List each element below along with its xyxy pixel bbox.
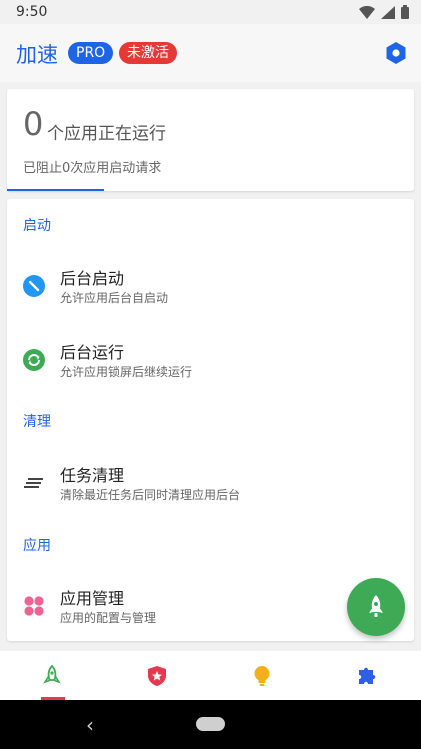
inactive-badge[interactable]: 未激活 xyxy=(119,42,177,64)
item-label: 后台启动 xyxy=(60,269,125,288)
feature-list: 启动 后台启动 允许应用后台自启动 后台运行 允许应用锁屏后继续运行 清理 任务… xyxy=(7,199,414,641)
tab-modules[interactable] xyxy=(315,651,420,700)
item-desc: 允许应用锁屏后继续运行 xyxy=(60,365,193,379)
tab-protect[interactable] xyxy=(105,651,210,700)
puzzle-icon xyxy=(359,667,376,684)
signal-icon xyxy=(381,5,395,19)
grid-dots-icon xyxy=(24,596,44,616)
pro-badge[interactable]: PRO xyxy=(68,42,114,64)
rocket-outline-icon xyxy=(43,665,61,684)
rocket-icon xyxy=(369,595,383,617)
item-desc: 清除最近任务后同时清理应用后台 xyxy=(60,488,241,502)
home-pill-icon[interactable] xyxy=(196,717,225,731)
card-tab-indicator xyxy=(7,189,104,191)
section-header-apps: 应用 xyxy=(23,538,51,554)
hexagon-settings-icon[interactable] xyxy=(385,41,407,65)
item-label: 应用管理 xyxy=(60,589,125,608)
wifi-icon xyxy=(359,5,375,19)
tab-tips[interactable] xyxy=(210,651,315,700)
shield-star-icon xyxy=(148,666,166,686)
system-nav-bar: ‹ xyxy=(0,700,421,749)
list-item-background-run[interactable]: 后台运行 允许应用锁屏后继续运行 xyxy=(7,333,414,387)
tab-boost[interactable] xyxy=(0,651,105,700)
status-bar: 9:50 xyxy=(0,0,421,24)
section-header-clean: 清理 xyxy=(23,414,51,430)
boost-fab-button[interactable] xyxy=(347,578,405,636)
back-icon[interactable]: ‹ xyxy=(86,713,94,737)
section-header-startup: 启动 xyxy=(23,218,51,234)
page-title: 加速 xyxy=(16,43,58,67)
bulb-icon xyxy=(254,666,270,686)
item-desc: 应用的配置与管理 xyxy=(60,611,157,625)
bottom-nav xyxy=(0,651,421,700)
status-icons xyxy=(359,5,409,19)
list-item-task-clean[interactable]: 任务清理 清除最近任务后同时清理应用后台 xyxy=(7,456,414,510)
battery-icon xyxy=(401,5,409,19)
item-desc: 允许应用后台自启动 xyxy=(60,291,169,305)
running-count: 0 xyxy=(23,105,44,143)
item-label: 后台运行 xyxy=(60,343,125,362)
lines-icon xyxy=(24,478,43,488)
app-bar: 加速 PRO 未激活 xyxy=(0,24,421,82)
blocked-circle-icon xyxy=(23,275,45,297)
blocked-requests-text: 已阻止0次应用启动请求 xyxy=(23,161,162,176)
running-count-label: 个应用正在运行 xyxy=(47,124,166,144)
running-stats-card[interactable]: 0 个应用正在运行 已阻止0次应用启动请求 xyxy=(7,89,414,191)
status-time: 9:50 xyxy=(16,4,48,20)
sync-icon xyxy=(23,349,45,371)
item-label: 任务清理 xyxy=(60,466,125,485)
list-item-background-start[interactable]: 后台启动 允许应用后台自启动 xyxy=(7,259,414,313)
